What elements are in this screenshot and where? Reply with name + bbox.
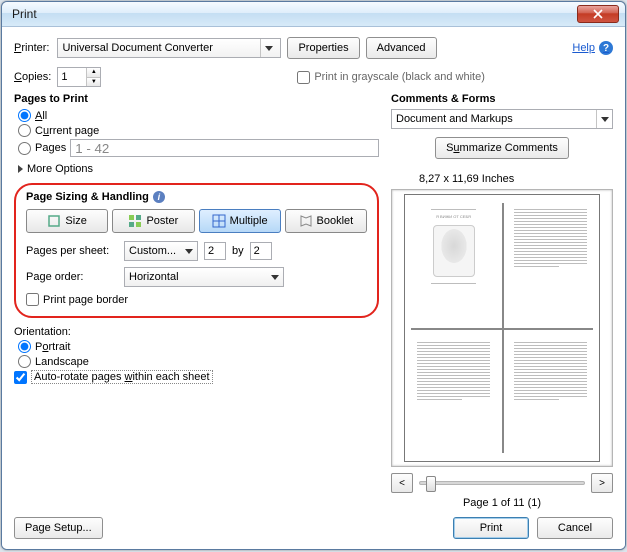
booklet-icon — [299, 214, 313, 228]
print-dialog: Print PPrinter:rinter: Universal Documen… — [1, 1, 626, 550]
pages-range-input[interactable] — [70, 139, 379, 157]
printer-select[interactable]: Universal Document Converter — [57, 38, 281, 58]
advanced-button[interactable]: Advanced — [366, 37, 437, 59]
close-icon — [593, 9, 603, 19]
chevron-down-icon — [181, 242, 197, 260]
pps-x-input[interactable] — [204, 242, 226, 260]
pps-mode-select[interactable]: Custom... — [124, 241, 198, 261]
pps-y-input[interactable] — [250, 242, 272, 260]
printer-label: PPrinter:rinter: — [14, 42, 49, 54]
preview-slider[interactable] — [419, 481, 585, 485]
close-button[interactable] — [577, 5, 619, 23]
pps-label: Pages per sheet: — [26, 245, 118, 257]
help-link[interactable]: Help ? — [572, 41, 613, 55]
page-order-select[interactable]: Horizontal — [124, 267, 284, 287]
size-icon — [47, 214, 61, 228]
multiple-icon — [212, 214, 226, 228]
cancel-button[interactable]: Cancel — [537, 517, 613, 539]
page-setup-button[interactable]: Page Setup... — [14, 517, 103, 539]
page-order-label: Page order: — [26, 271, 118, 283]
more-options[interactable]: More Options — [18, 163, 379, 175]
triangle-right-icon — [18, 165, 23, 173]
preview-page-3 — [411, 334, 496, 455]
print-border-checkbox[interactable] — [26, 293, 39, 306]
sizing-heading: Page Sizing & Handling — [26, 191, 149, 203]
help-icon: ? — [599, 41, 613, 55]
titlebar: Print — [2, 2, 625, 27]
auto-rotate-checkbox[interactable] — [14, 371, 27, 384]
spin-up-icon[interactable]: ▲ — [87, 68, 100, 78]
preview-next-button[interactable]: > — [591, 473, 613, 493]
chevron-down-icon — [267, 268, 283, 286]
copies-label: Copies: — [14, 71, 51, 83]
auto-rotate-toggle[interactable]: Auto-rotate pages within each sheet — [14, 370, 379, 384]
radio-current[interactable] — [18, 124, 31, 137]
comments-mode-select[interactable]: Document and Markups — [391, 109, 613, 129]
preview-page-1: Я ВИЖИ ОТ СЕБЯ — [411, 201, 496, 322]
preview-prev-button[interactable]: < — [391, 473, 413, 493]
radio-portrait[interactable] — [18, 340, 31, 353]
properties-button[interactable]: Properties — [287, 37, 359, 59]
orientation-heading: Orientation: — [14, 326, 379, 338]
preview-frame: Я ВИЖИ ОТ СЕБЯ — [391, 189, 613, 467]
radio-landscape[interactable] — [18, 355, 31, 368]
copies-input[interactable] — [58, 68, 86, 86]
page-counter: Page 1 of 11 (1) — [391, 497, 613, 509]
comments-forms-heading: Comments & Forms — [391, 93, 613, 105]
print-button[interactable]: Print — [453, 517, 529, 539]
printer-value: Universal Document Converter — [62, 42, 212, 54]
spin-down-icon[interactable]: ▼ — [87, 78, 100, 87]
radio-pages[interactable] — [18, 142, 31, 155]
sizing-handling-section: Page Sizing & Handling i Size Poster — [14, 183, 379, 318]
poster-icon — [128, 214, 142, 228]
summarize-button[interactable]: Summarize Comments — [435, 137, 569, 159]
orientation-section: Orientation: Portrait Landscape Auto-rot… — [14, 326, 379, 384]
mode-poster[interactable]: Poster — [112, 209, 194, 233]
radio-all[interactable] — [18, 109, 31, 122]
grayscale-toggle[interactable]: Print in grayscale (black and white) — [297, 71, 485, 84]
chevron-down-icon — [596, 110, 612, 128]
preview-page-2 — [508, 201, 593, 322]
window-title: Print — [12, 7, 37, 21]
preview-sheet: Я ВИЖИ ОТ СЕБЯ — [404, 194, 600, 462]
info-icon[interactable]: i — [153, 191, 165, 203]
grayscale-checkbox[interactable] — [297, 71, 310, 84]
pages-to-print-heading: Pages to Print — [14, 93, 379, 105]
face-image-icon — [433, 225, 475, 277]
preview-page-4 — [508, 334, 593, 455]
print-border-toggle[interactable]: Print page border — [26, 293, 367, 306]
mode-booklet[interactable]: Booklet — [285, 209, 367, 233]
preview-dimensions: 8,27 x 11,69 Inches — [419, 173, 613, 185]
chevron-down-icon — [260, 39, 276, 57]
copies-stepper[interactable]: ▲ ▼ — [57, 67, 101, 87]
mode-size[interactable]: Size — [26, 209, 108, 233]
slider-thumb[interactable] — [426, 476, 436, 492]
mode-multiple[interactable]: Multiple — [199, 209, 281, 233]
